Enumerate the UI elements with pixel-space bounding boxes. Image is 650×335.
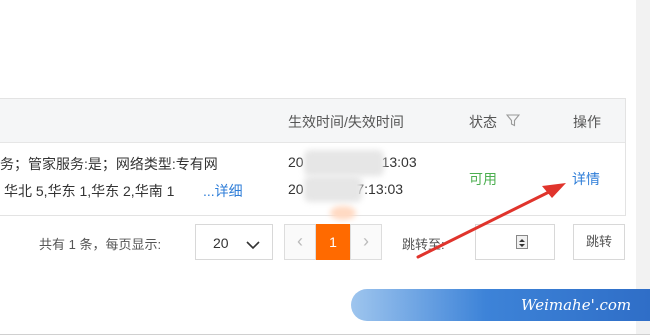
redacted-blur-2 <box>304 176 362 202</box>
detail-link[interactable]: 详情 <box>572 169 600 189</box>
row-info-line1: 务；管家服务:是；网络类型:专有网 <box>0 156 218 172</box>
prev-page-button[interactable]: ‹ <box>284 224 316 260</box>
row-time-end-prefix: 20 <box>288 181 304 197</box>
row-info-line2: 华北 5,华东 1,华东 2,华南 1 <box>4 183 175 199</box>
right-edge-strip <box>636 0 650 335</box>
total-count-label: 共有 1 条，每页显示: <box>39 237 162 252</box>
row-time-start-prefix: 20 <box>288 154 304 170</box>
jump-label: 跳转至: <box>402 237 445 252</box>
page-size-select[interactable]: 20 <box>195 224 273 260</box>
filter-icon[interactable] <box>505 113 521 127</box>
current-page-button[interactable]: 1 <box>316 224 350 260</box>
row-info-more-link[interactable]: ...详细 <box>203 181 243 201</box>
header-ops: 操作 <box>573 114 601 130</box>
page-highlight-glow <box>330 206 356 220</box>
watermark-text: Weimahe'.com <box>521 296 632 314</box>
jump-page-input[interactable] <box>475 224 555 260</box>
next-page-button[interactable]: › <box>350 224 382 260</box>
header-status: 状态 <box>469 114 497 130</box>
row-time-start-suffix: 13:03 <box>381 154 417 170</box>
jump-button[interactable]: 跳转 <box>573 224 625 260</box>
status-badge: 可用 <box>469 171 497 187</box>
page-size-value: 20 <box>213 235 229 251</box>
redacted-blur-1 <box>304 150 384 176</box>
spinner-icon[interactable] <box>516 235 528 249</box>
table-header: 生效时间/失效时间 状态 操作 <box>0 99 625 143</box>
pagination: ‹ 1 › <box>284 224 384 260</box>
header-time: 生效时间/失效时间 <box>288 114 404 130</box>
chevron-down-icon <box>246 237 260 250</box>
